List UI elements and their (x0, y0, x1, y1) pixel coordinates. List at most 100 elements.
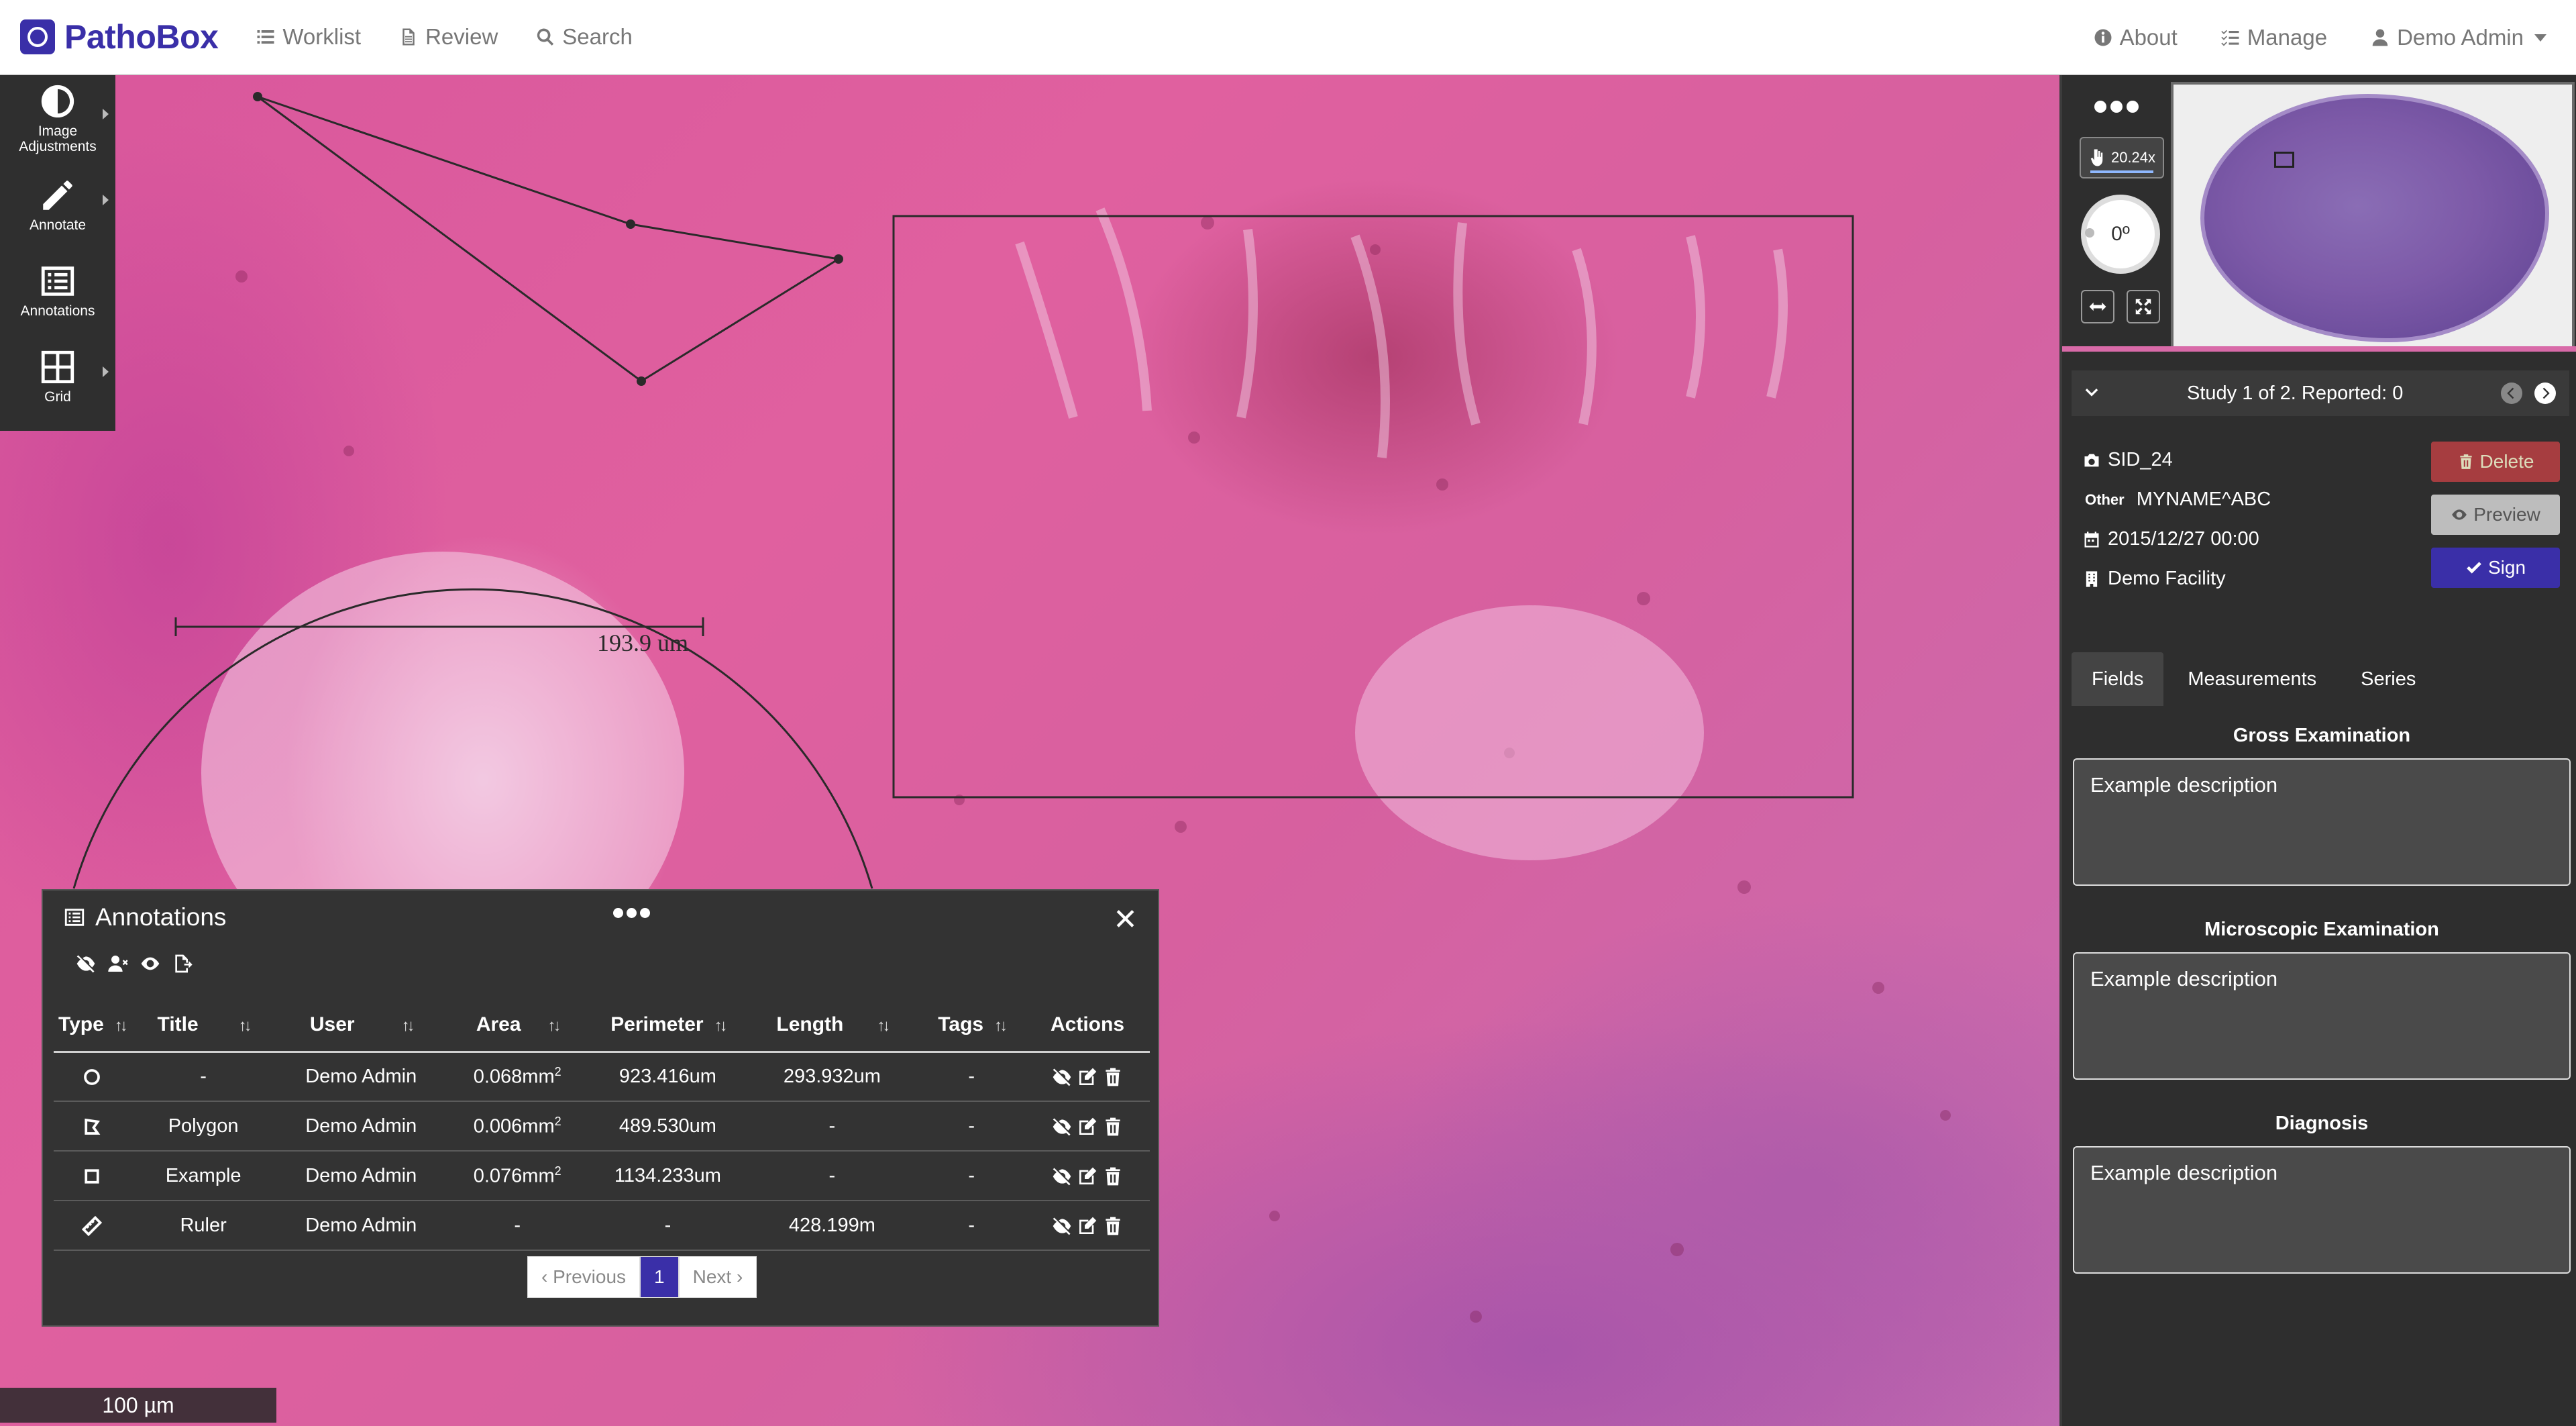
user-menu[interactable]: Demo Admin (2370, 25, 2546, 50)
table-row[interactable]: Example Demo Admin 0.076mm2 1134.233um -… (54, 1151, 1150, 1201)
collapse-button[interactable] (2082, 384, 2101, 403)
delete-button-label: Delete (2479, 451, 2534, 472)
brand[interactable]: PathoBox (20, 17, 219, 56)
date-row: 2015/12/27 00:00 (2082, 519, 2271, 559)
next-page-button[interactable]: Next › (678, 1256, 757, 1298)
col-area[interactable]: Area ↑↓ (445, 999, 590, 1053)
trash-icon[interactable] (1102, 1166, 1124, 1187)
col-length[interactable]: Length ↑↓ (746, 999, 918, 1053)
hide-icon[interactable] (1051, 1215, 1073, 1237)
tab-fields[interactable]: Fields (2072, 652, 2164, 706)
nav-manage[interactable]: Manage (2220, 25, 2327, 50)
user-times-icon (108, 956, 128, 972)
nav-worklist[interactable]: Worklist (256, 24, 361, 50)
hide-icon[interactable] (1051, 1116, 1073, 1137)
edit-icon[interactable] (1077, 1066, 1098, 1088)
length-cell: 428.199m (746, 1201, 918, 1251)
sort-icon: ↑↓ (994, 1017, 1008, 1035)
page-1-button[interactable]: 1 (640, 1256, 679, 1298)
col-title[interactable]: Title ↑↓ (129, 999, 277, 1053)
diagnosis-field[interactable]: Example description (2073, 1146, 2571, 1274)
col-perimeter[interactable]: Perimeter ↑↓ (589, 999, 747, 1053)
list-alt-icon (64, 909, 85, 926)
viewport-indicator[interactable] (2274, 152, 2294, 168)
title-cell: Example (129, 1151, 277, 1201)
tool-grid[interactable]: Grid (0, 333, 115, 419)
file-icon (402, 28, 415, 46)
zoom-level-control[interactable]: 20.24x (2080, 137, 2164, 179)
sort-icon: ↑↓ (401, 1017, 415, 1035)
edit-icon[interactable] (1077, 1116, 1098, 1137)
table-row[interactable]: - Demo Admin 0.068mm2 923.416um 293.932u… (54, 1052, 1150, 1102)
brand-name: PathoBox (64, 18, 219, 56)
calendar-icon (2084, 531, 2099, 548)
tool-annotations-label: Annotations (20, 303, 95, 319)
previous-page-button[interactable]: ‹ Previous (527, 1256, 641, 1298)
navigator-controls: 20.24x 0º (2070, 82, 2164, 357)
diagnosis-section: Diagnosis Example description (2073, 1113, 2571, 1277)
study-status: Study 1 of 2. Reported: 0 (2187, 382, 2404, 404)
expand-arrow-icon (103, 195, 109, 205)
next-study-button[interactable] (2534, 383, 2556, 404)
arrows-horizontal-icon (2089, 302, 2106, 311)
sign-button[interactable]: Sign (2431, 548, 2560, 588)
tool-annotate[interactable]: Annotate (0, 161, 115, 247)
chevron-left-icon (2507, 387, 2514, 399)
hide-icon[interactable] (1051, 1066, 1073, 1088)
tab-measurements[interactable]: Measurements (2167, 652, 2337, 706)
previous-study-button[interactable] (2501, 383, 2522, 404)
col-type[interactable]: Type ↑↓ (54, 999, 130, 1053)
thumbnail-tissue (2200, 94, 2549, 342)
tags-cell: - (918, 1201, 1026, 1251)
annotations-panel-header[interactable]: Annotations ✕ (43, 890, 1158, 944)
close-icon[interactable]: ✕ (1113, 903, 1138, 937)
preview-button[interactable]: Preview (2431, 495, 2560, 535)
tool-image-adjustments[interactable]: Image Adjustments (0, 75, 115, 161)
slide-thumbnail[interactable] (2171, 82, 2575, 350)
microscopic-examination-field[interactable]: Example description (2073, 952, 2571, 1080)
chevron-down-icon (2534, 34, 2546, 42)
delete-button[interactable]: Delete (2431, 442, 2560, 482)
rotation-dial[interactable]: 0º (2081, 195, 2160, 274)
edit-icon[interactable] (1077, 1215, 1098, 1237)
trash-icon[interactable] (1102, 1215, 1124, 1237)
show-all-button[interactable] (137, 952, 164, 975)
table-row[interactable]: Ruler Demo Admin - - 428.199m - (54, 1201, 1150, 1251)
tags-cell: - (918, 1052, 1026, 1102)
tags-cell: - (918, 1151, 1026, 1201)
hide-icon[interactable] (1051, 1166, 1073, 1187)
title-cell: Polygon (129, 1101, 277, 1152)
check-icon (2467, 562, 2481, 574)
type-cell (54, 1052, 130, 1102)
tool-annotate-label: Annotate (29, 217, 87, 233)
flip-horizontal-button[interactable] (2081, 290, 2114, 323)
fullscreen-button[interactable] (2127, 290, 2160, 323)
length-cell: - (746, 1101, 918, 1152)
brand-logo-icon (20, 19, 55, 54)
annotations-toolbar (43, 944, 1158, 983)
table-header-row: Type ↑↓ Title ↑↓ User ↑↓ Area ↑↓ Perimeter ↑↓… (54, 999, 1150, 1053)
table-row[interactable]: Polygon Demo Admin 0.006mm2 489.530um - … (54, 1101, 1150, 1152)
filter-user-button[interactable] (105, 952, 131, 975)
trash-icon[interactable] (1102, 1066, 1124, 1088)
tool-annotations[interactable]: Annotations (0, 247, 115, 333)
nav-search[interactable]: Search (535, 24, 633, 50)
col-user[interactable]: User ↑↓ (276, 999, 446, 1053)
type-cell (54, 1151, 130, 1201)
actions-cell (1025, 1201, 1150, 1251)
nav-review-label: Review (425, 24, 498, 49)
drag-handle-icon[interactable] (613, 908, 653, 918)
nav-review[interactable]: Review (398, 24, 498, 50)
col-tags[interactable]: Tags ↑↓ (918, 999, 1026, 1053)
hide-all-button[interactable] (72, 952, 99, 975)
edit-icon[interactable] (1077, 1166, 1098, 1187)
gross-examination-field[interactable]: Example description (2073, 758, 2571, 886)
eye-icon (2452, 509, 2467, 520)
annotations-panel-title: Annotations (95, 903, 227, 931)
export-button[interactable] (169, 952, 196, 975)
tool-image-adjustments-label: Image Adjustments (19, 123, 97, 154)
drag-handle-icon[interactable] (2070, 101, 2163, 113)
trash-icon[interactable] (1102, 1116, 1124, 1137)
tab-series[interactable]: Series (2341, 652, 2436, 706)
nav-about[interactable]: About (2093, 25, 2178, 50)
